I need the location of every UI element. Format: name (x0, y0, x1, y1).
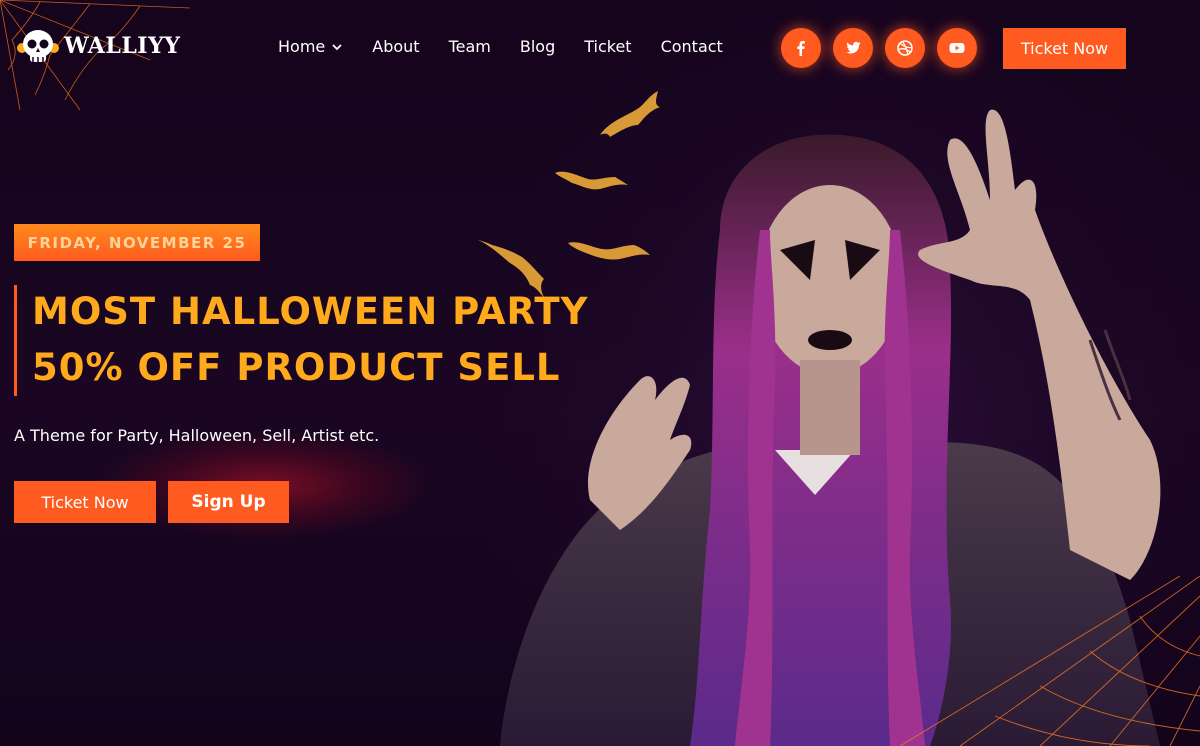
twitter-icon (846, 41, 861, 54)
main-nav: Home About Team Blog Ticket Contact (278, 37, 752, 56)
nav-item-label: Ticket (584, 37, 632, 56)
nav-item-team[interactable]: Team (449, 37, 491, 56)
nav-item-label: About (372, 37, 420, 56)
facebook-icon (797, 41, 805, 56)
nav-item-home[interactable]: Home (278, 37, 343, 56)
nav-item-label: Blog (519, 37, 556, 56)
nav-item-label: Contact (660, 37, 723, 56)
title-accent-bar (14, 285, 17, 396)
facebook-link[interactable] (781, 28, 821, 68)
dribbble-link[interactable] (885, 28, 925, 68)
nav-item-contact[interactable]: Contact (661, 37, 723, 56)
hero-signup-button[interactable]: Sign Up (168, 481, 289, 523)
hero-subtitle: A Theme for Party, Halloween, Sell, Arti… (14, 426, 380, 445)
hero-title-line-2: 50% OFF PRODUCT SELL (32, 346, 561, 389)
nav-item-label: Team (448, 37, 491, 56)
event-date-badge: FRIDAY, NOVEMBER 25 (14, 224, 260, 261)
hero-title-line-1: MOST HALLOWEEN PARTY (32, 290, 589, 333)
skull-icon (16, 26, 60, 66)
youtube-icon (949, 43, 965, 53)
dribbble-icon (897, 40, 913, 56)
brand-logo[interactable]: WALLIYY (16, 26, 181, 66)
hero-ticket-button[interactable]: Ticket Now (14, 481, 156, 523)
nav-item-ticket[interactable]: Ticket (584, 37, 631, 56)
youtube-link[interactable] (937, 28, 977, 68)
nav-item-blog[interactable]: Blog (520, 37, 555, 56)
spider-web-decoration (900, 576, 1200, 746)
social-links (781, 28, 989, 68)
chevron-down-icon (332, 43, 342, 50)
twitter-link[interactable] (833, 28, 873, 68)
nav-item-about[interactable]: About (372, 37, 419, 56)
hero-title: MOST HALLOWEEN PARTY 50% OFF PRODUCT SEL… (32, 284, 589, 396)
nav-item-label: Home (278, 37, 326, 56)
header-ticket-button[interactable]: Ticket Now (1003, 28, 1126, 69)
brand-name: WALLIYY (64, 33, 181, 59)
